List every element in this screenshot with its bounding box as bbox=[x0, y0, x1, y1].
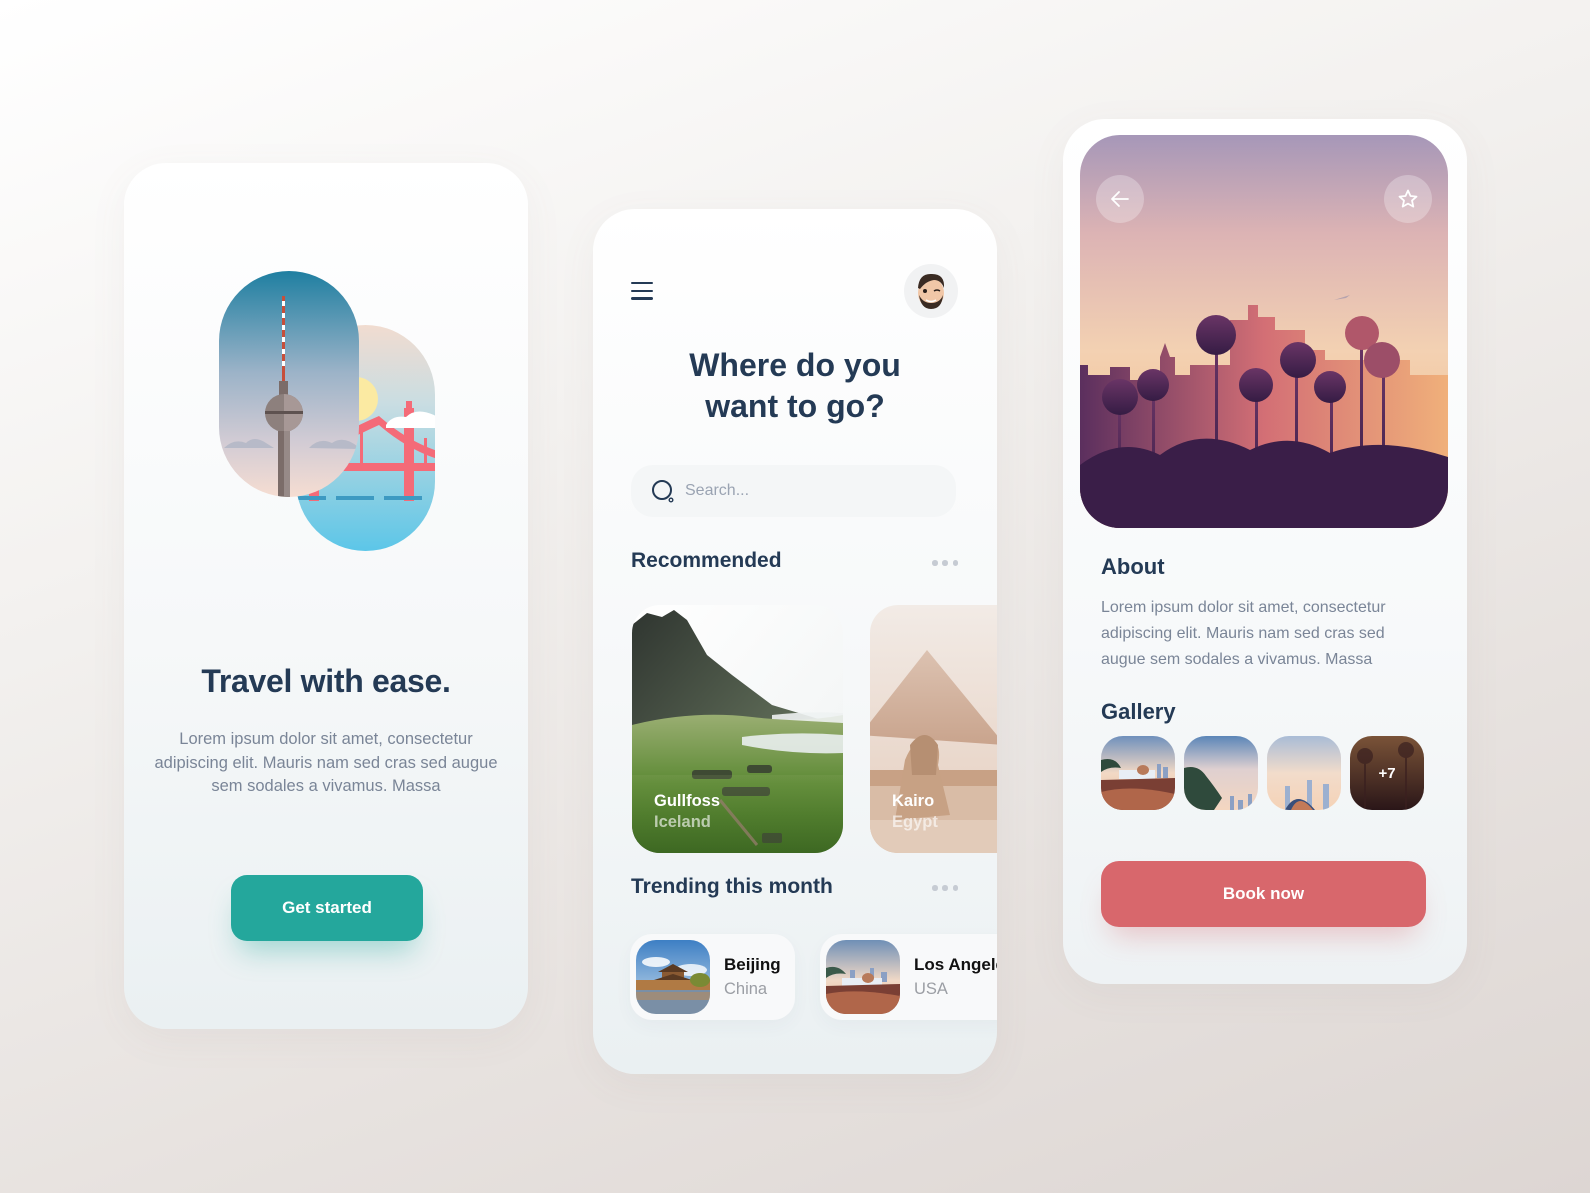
gallery-more-button[interactable]: +7 bbox=[1350, 736, 1424, 810]
travel-illustration bbox=[219, 271, 435, 551]
favorite-button[interactable] bbox=[1384, 175, 1432, 223]
recommended-card-kairo[interactable]: Kairo Egypt bbox=[870, 605, 997, 853]
star-outline-icon bbox=[1398, 189, 1418, 208]
onboarding-screen: Travel with ease. Lorem ipsum dolor sit … bbox=[124, 163, 528, 1029]
home-title-line2: want to go? bbox=[705, 388, 885, 424]
gallery-heading: Gallery bbox=[1101, 699, 1176, 724]
gallery-image[interactable] bbox=[1267, 736, 1341, 810]
hamburger-menu-icon[interactable] bbox=[631, 282, 653, 300]
los-angeles-thumbnail bbox=[826, 940, 900, 1014]
about-description: Lorem ipsum dolor sit amet, consectetur … bbox=[1101, 599, 1386, 668]
gallery: +7 bbox=[1101, 736, 1424, 810]
trending-item-los-angeles[interactable]: Los Angeles USA bbox=[820, 934, 997, 1020]
book-now-button[interactable]: Book now bbox=[1101, 861, 1426, 927]
gallery-more-count: +7 bbox=[1378, 764, 1396, 782]
home-screen: Where do you want to go? Recommended bbox=[593, 209, 997, 1074]
home-title-line1: Where do you bbox=[689, 347, 901, 383]
search-icon bbox=[652, 480, 674, 503]
search-field[interactable] bbox=[631, 465, 956, 517]
trending-country: USA bbox=[914, 980, 948, 998]
home-title: Where do you want to go? bbox=[593, 345, 997, 427]
trending-city: Beijing bbox=[724, 955, 781, 974]
trending-more-icon[interactable] bbox=[932, 884, 958, 892]
trending-country: China bbox=[724, 980, 768, 998]
search-input[interactable] bbox=[685, 482, 925, 500]
back-button[interactable] bbox=[1096, 175, 1144, 223]
gallery-image[interactable] bbox=[1184, 736, 1258, 810]
recommended-card-gullfoss[interactable]: Gullfoss Iceland bbox=[632, 605, 843, 853]
arrow-left-icon bbox=[1111, 191, 1129, 207]
hero-image bbox=[1080, 135, 1448, 528]
destination-name: Kairo bbox=[892, 792, 935, 810]
detail-screen: About Lorem ipsum dolor sit amet, consec… bbox=[1063, 119, 1467, 984]
avatar[interactable] bbox=[904, 264, 958, 318]
destination-country: Egypt bbox=[892, 813, 938, 831]
get-started-button[interactable]: Get started bbox=[231, 875, 423, 941]
gallery-image[interactable] bbox=[1101, 736, 1175, 810]
onboarding-title: Travel with ease. bbox=[201, 663, 451, 699]
recommended-heading: Recommended bbox=[631, 549, 782, 572]
about-heading: About bbox=[1101, 554, 1165, 579]
trending-city: Los Angeles bbox=[914, 955, 997, 974]
trending-item-beijing[interactable]: Beijing China bbox=[630, 934, 795, 1020]
beijing-thumbnail bbox=[636, 940, 710, 1014]
trending-heading: Trending this month bbox=[631, 875, 833, 898]
berlin-tower-scene bbox=[219, 271, 359, 497]
destination-country: Iceland bbox=[654, 813, 711, 831]
recommended-more-icon[interactable] bbox=[932, 559, 958, 567]
onboarding-description: Lorem ipsum dolor sit amet, consectetur … bbox=[154, 730, 498, 795]
destination-name: Gullfoss bbox=[654, 792, 721, 810]
memoji-avatar-icon bbox=[918, 273, 945, 309]
